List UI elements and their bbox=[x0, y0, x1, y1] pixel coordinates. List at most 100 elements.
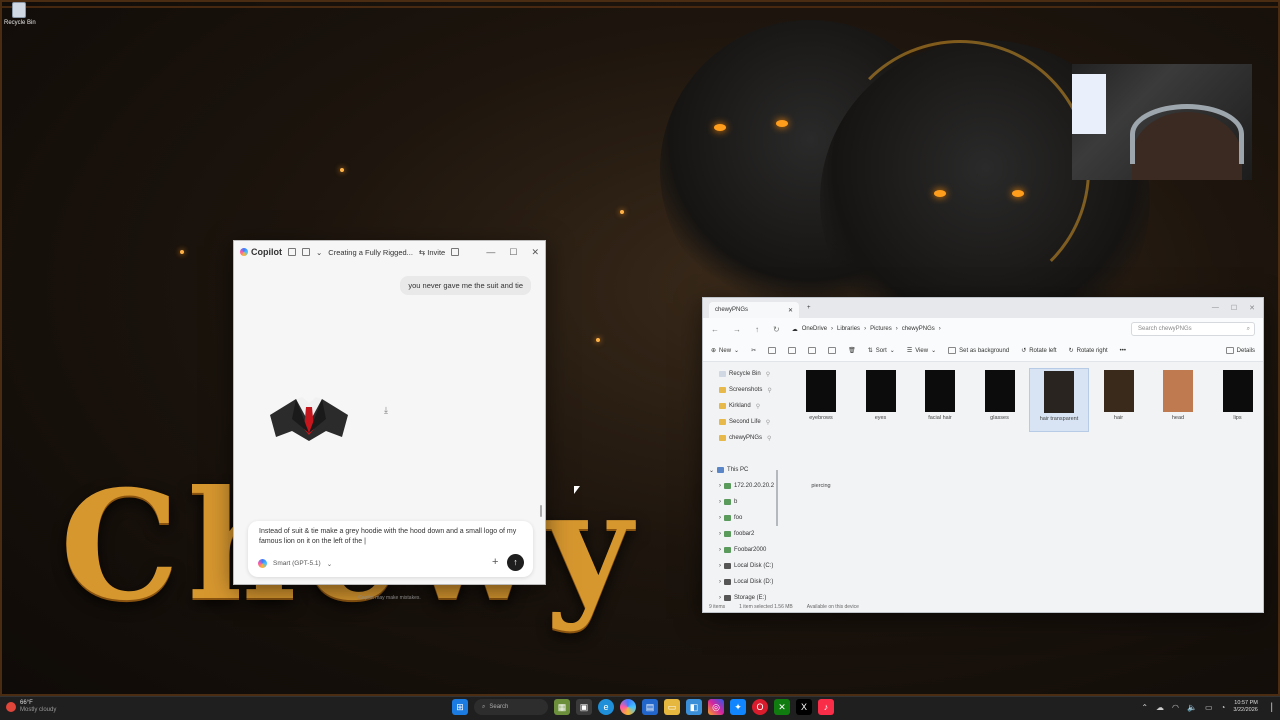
task-view-icon[interactable]: ▣ bbox=[576, 699, 592, 715]
music-icon[interactable]: ♪ bbox=[818, 699, 834, 715]
navigation-scrollbar[interactable] bbox=[776, 470, 778, 526]
file-thumbnail[interactable]: lips bbox=[1208, 368, 1268, 432]
show-desktop-button[interactable]: ▕ bbox=[1266, 703, 1272, 712]
breadcrumb-libraries[interactable]: Libraries bbox=[837, 326, 860, 332]
prompt-box[interactable]: Instead of suit & tie make a grey hoodie… bbox=[248, 521, 533, 577]
file-name: glasses bbox=[990, 415, 1009, 421]
set-background-button[interactable]: Set as background bbox=[948, 347, 1009, 354]
file-thumbnail[interactable]: hair transparent bbox=[1029, 368, 1089, 432]
nav-item-drive[interactable]: › Local Disk (D:) bbox=[703, 574, 777, 590]
nav-item-drive[interactable]: › 172.20.20.20.2 bbox=[703, 478, 777, 494]
minimize-button[interactable]: — bbox=[486, 247, 495, 258]
rotate-left-button[interactable]: ↺ Rotate left bbox=[1021, 347, 1056, 355]
instagram-icon[interactable]: ◎ bbox=[708, 699, 724, 715]
nav-item-drive[interactable]: › foobar2 bbox=[703, 526, 777, 542]
explorer-tab[interactable]: chewyPNGs ✕ bbox=[709, 302, 800, 318]
file-thumbnail[interactable]: facial hair bbox=[910, 368, 970, 432]
prompt-input[interactable]: Instead of suit & tie make a grey hoodie… bbox=[259, 527, 525, 547]
cloud-icon[interactable]: ☁ bbox=[1156, 703, 1164, 712]
x-twitter-icon[interactable]: X bbox=[796, 699, 812, 715]
file-explorer-window[interactable]: chewyPNGs ✕ + — ☐ ✕ ← → ↑ ↻ ☁ OneDrive › … bbox=[702, 297, 1264, 613]
clock[interactable]: 10:57 PM 3/22/2026 bbox=[1233, 700, 1257, 714]
maximize-button[interactable]: ☐ bbox=[1231, 304, 1237, 312]
close-tab-icon[interactable]: ✕ bbox=[788, 307, 793, 314]
model-selector[interactable]: Smart (GPT-5.1) ⌄ bbox=[258, 559, 332, 568]
up-arrow-icon[interactable]: ↑ bbox=[755, 325, 759, 334]
nav-item-kirkland[interactable]: Kirkland ⚲ bbox=[703, 398, 777, 414]
nav-item-second-life[interactable]: Second Life ⚲ bbox=[703, 414, 777, 430]
breadcrumb-pictures[interactable]: Pictures bbox=[870, 326, 892, 332]
sort-button[interactable]: ⇅ Sort ⌄ bbox=[868, 347, 895, 355]
details-button[interactable]: Details bbox=[1225, 347, 1255, 354]
file-thumbnail[interactable]: eyebrows bbox=[791, 368, 851, 432]
file-thumbnail[interactable]: piercing bbox=[791, 436, 851, 500]
rotate-right-button[interactable]: ↻ Rotate right bbox=[1069, 347, 1108, 355]
file-explorer-icon[interactable]: ▭ bbox=[664, 699, 680, 715]
nav-item-screenshots[interactable]: Screenshots ⚲ bbox=[703, 382, 777, 398]
back-arrow-icon[interactable]: ← bbox=[711, 325, 719, 334]
taskbar-search[interactable]: ⌕ Search bbox=[474, 699, 548, 715]
battery-icon[interactable]: ▭ bbox=[1205, 703, 1213, 712]
conversation-title[interactable]: Creating a Fully Rigged... bbox=[328, 248, 413, 257]
start-icon[interactable]: ⊞ bbox=[452, 699, 468, 715]
widgets-icon[interactable]: ▦ bbox=[554, 699, 570, 715]
home-icon[interactable] bbox=[302, 248, 310, 256]
file-thumbnail[interactable]: eyes bbox=[851, 368, 911, 432]
more-options-button[interactable]: ••• bbox=[1120, 348, 1126, 354]
nav-item-drive[interactable]: › Local Disk (C:) bbox=[703, 558, 777, 574]
recycle-bin-shortcut[interactable]: Recycle Bin bbox=[4, 2, 36, 26]
copilot-window[interactable]: Copilot ⌄ Creating a Fully Rigged... ⇆ I… bbox=[233, 240, 546, 601]
view-button[interactable]: ☰ View ⌄ bbox=[907, 347, 936, 355]
refresh-icon[interactable]: ↻ bbox=[773, 325, 780, 334]
nav-item-drive[interactable]: › foo bbox=[703, 510, 777, 526]
nav-item-drive[interactable]: › Storage (E:) bbox=[703, 590, 777, 602]
notification-icon[interactable]: ◔ bbox=[1221, 703, 1226, 712]
bluesky-icon[interactable]: ✦ bbox=[730, 699, 746, 715]
chat-scrollbar[interactable] bbox=[540, 505, 542, 517]
cut-icon[interactable]: ✂ bbox=[751, 347, 756, 354]
new-button[interactable]: ⊕ New ⌄ bbox=[711, 347, 739, 355]
sidebar-toggle-icon[interactable] bbox=[288, 248, 296, 256]
nav-item-drive[interactable]: › b bbox=[703, 494, 777, 510]
edge-icon[interactable]: e bbox=[598, 699, 614, 715]
minimize-button[interactable]: — bbox=[1212, 304, 1219, 312]
copilot-taskbar-icon[interactable] bbox=[620, 699, 636, 715]
maximize-button[interactable]: ☐ bbox=[509, 247, 517, 258]
copilot-titlebar[interactable]: Copilot ⌄ Creating a Fully Rigged... ⇆ I… bbox=[234, 241, 545, 263]
download-icon[interactable]: ⤓ bbox=[384, 405, 388, 416]
invite-button[interactable]: ⇆ Invite bbox=[419, 248, 445, 257]
paste-icon[interactable] bbox=[788, 347, 797, 354]
open-external-icon[interactable] bbox=[451, 248, 460, 256]
nav-item-chewypngs[interactable]: chewyPNGs ⚲ bbox=[703, 430, 777, 446]
chevron-up-icon[interactable]: ⌃ bbox=[1141, 703, 1148, 712]
share-icon[interactable] bbox=[828, 347, 837, 354]
close-button[interactable]: ✕ bbox=[531, 247, 539, 258]
search-input[interactable]: Search chewyPNGs ⌕ bbox=[1131, 322, 1255, 336]
chevron-down-icon[interactable]: ⌄ bbox=[316, 248, 322, 257]
nav-item-drive[interactable]: › Foobar2000 bbox=[703, 542, 777, 558]
send-button[interactable]: ↑ bbox=[507, 554, 524, 571]
file-thumbnail[interactable]: hair bbox=[1089, 368, 1149, 432]
breadcrumb-onedrive[interactable]: OneDrive bbox=[802, 326, 827, 332]
suit-and-tie-image[interactable] bbox=[266, 393, 352, 445]
new-tab-button[interactable]: + bbox=[807, 305, 811, 311]
xbox-icon[interactable]: ✕ bbox=[774, 699, 790, 715]
delete-icon[interactable]: 🗑 bbox=[848, 347, 856, 354]
file-thumbnail[interactable]: glasses bbox=[970, 368, 1030, 432]
network-icon[interactable]: ◠ bbox=[1172, 703, 1179, 712]
photos-icon[interactable]: ◧ bbox=[686, 699, 702, 715]
close-button[interactable]: ✕ bbox=[1249, 304, 1255, 312]
weather-widget[interactable]: 66°F Mostly cloudy bbox=[6, 700, 56, 714]
nav-item-recycle-bin[interactable]: Recycle Bin ⚲ bbox=[703, 366, 777, 382]
volume-icon[interactable]: 🔈 bbox=[1187, 703, 1197, 712]
breadcrumb-chewypngs[interactable]: chewyPNGs bbox=[902, 326, 935, 332]
nav-item-this-pc[interactable]: ⌄ This PC bbox=[703, 462, 777, 478]
opera-icon[interactable]: O bbox=[752, 699, 768, 715]
store-icon[interactable]: ▤ bbox=[642, 699, 658, 715]
add-attachment-button[interactable]: + bbox=[492, 556, 498, 568]
forward-arrow-icon[interactable]: → bbox=[733, 325, 741, 334]
copy-icon[interactable] bbox=[768, 347, 777, 354]
file-thumbnail[interactable]: head bbox=[1148, 368, 1208, 432]
rename-icon[interactable] bbox=[808, 347, 817, 354]
breadcrumb[interactable]: ☁ OneDrive › Libraries › Pictures › chewyPN… bbox=[792, 326, 1119, 333]
